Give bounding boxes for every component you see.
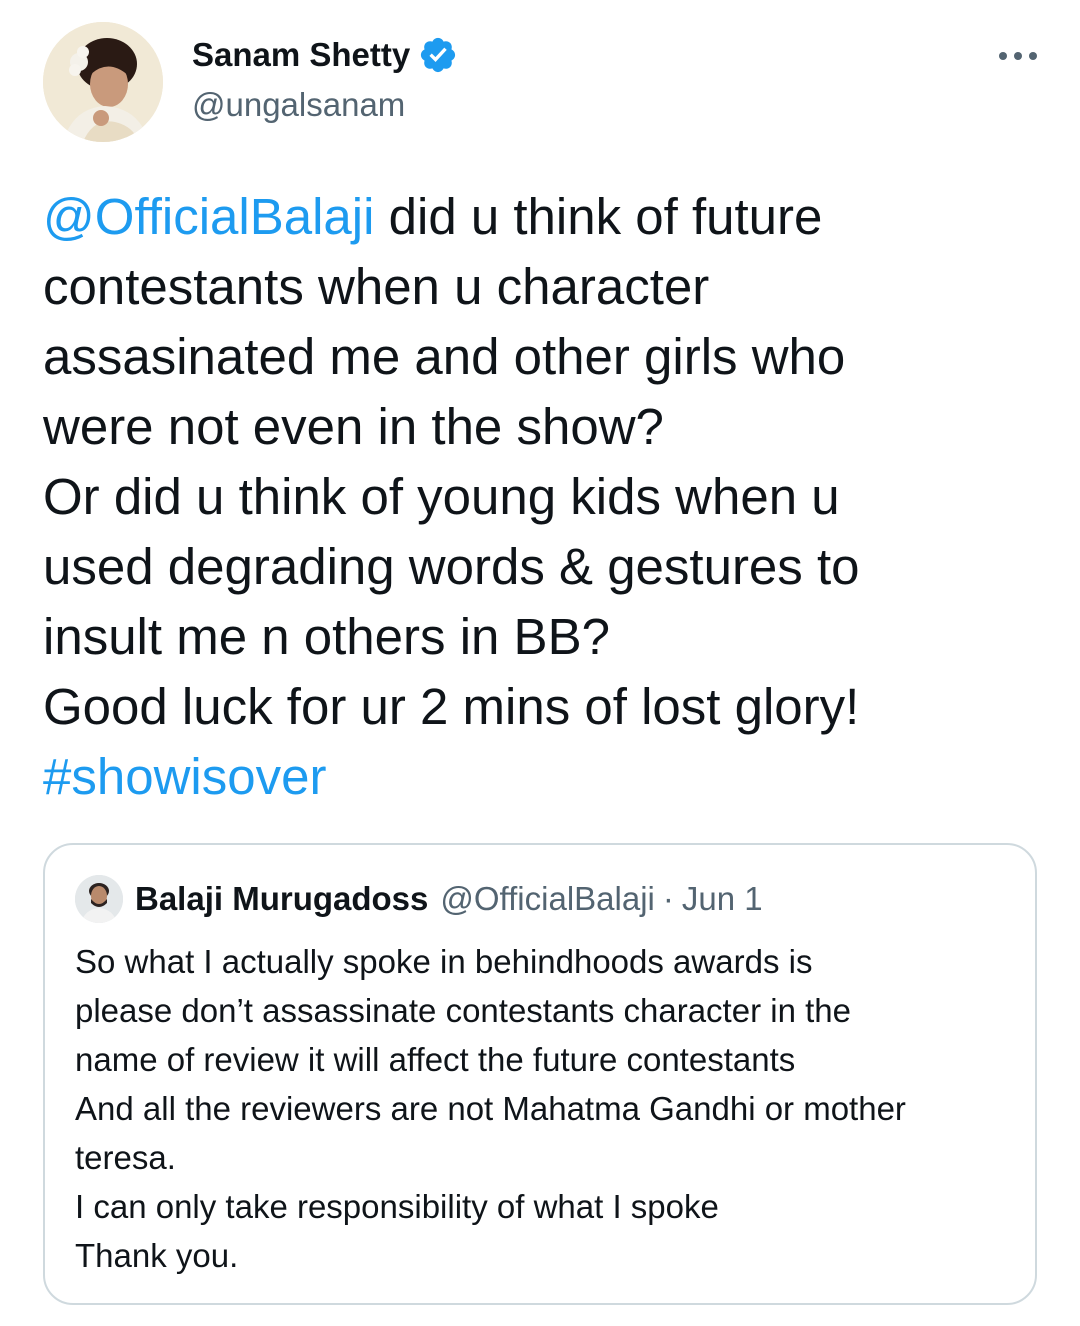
quoted-tweet-card[interactable]: Balaji Murugadoss @OfficialBalaji · Jun … [43, 843, 1037, 1305]
tweet-line-text: did u think of future [374, 188, 823, 245]
tweet-line: @OfficialBalaji did u think of future [43, 182, 1043, 252]
author-avatar[interactable] [43, 22, 163, 142]
quoted-author-handle[interactable]: @OfficialBalaji [440, 876, 654, 922]
tweet-line: insult me n others in BB? [43, 608, 610, 665]
quoted-author-name[interactable]: Balaji Murugadoss [135, 876, 428, 922]
quoted-line: name of review it will affect the future… [75, 1041, 796, 1078]
quoted-line: please don’t assassinate contestants cha… [75, 992, 851, 1029]
quoted-line: And all the reviewers are not Mahatma Ga… [75, 1090, 906, 1127]
tweet-line: contestants when u character [43, 258, 710, 315]
quoted-tweet-date[interactable]: Jun 1 [682, 876, 763, 922]
quoted-profile-photo [75, 875, 123, 923]
tweet-line: Or did u think of young kids when u [43, 468, 840, 525]
verified-badge-icon [421, 37, 456, 73]
quoted-line: Thank you. [75, 1237, 239, 1274]
author-name-text: Sanam Shetty [192, 36, 411, 73]
quoted-tweet-header: Balaji Murugadoss @OfficialBalaji · Jun … [75, 875, 763, 923]
quoted-line: So what I actually spoke in behindhoods … [75, 943, 813, 980]
profile-photo [43, 22, 163, 142]
quoted-author-avatar[interactable] [75, 875, 123, 923]
mention-link[interactable]: @OfficialBalaji [43, 188, 374, 245]
tweet-line: used degrading words & gestures to [43, 538, 860, 595]
more-options-icon[interactable] [996, 44, 1040, 68]
tweet-line: Good luck for ur 2 mins of lost glory! [43, 678, 860, 735]
tweet-line: #showisover [43, 742, 1043, 812]
quoted-line: teresa. [75, 1139, 176, 1176]
tweet-line: were not even in the show? [43, 398, 664, 455]
tweet-text: @OfficialBalaji did u think of future co… [43, 182, 1043, 812]
quoted-line: I can only take responsibility of what I… [75, 1188, 719, 1225]
quoted-tweet-text: So what I actually spoke in behindhoods … [75, 937, 1015, 1280]
header-separator: · [662, 880, 674, 917]
author-display-name[interactable]: Sanam Shetty [192, 34, 458, 76]
author-handle[interactable]: @ungalsanam [192, 84, 405, 126]
tweet-line: assasinated me and other girls who [43, 328, 846, 385]
hashtag-link[interactable]: #showisover [43, 748, 326, 805]
